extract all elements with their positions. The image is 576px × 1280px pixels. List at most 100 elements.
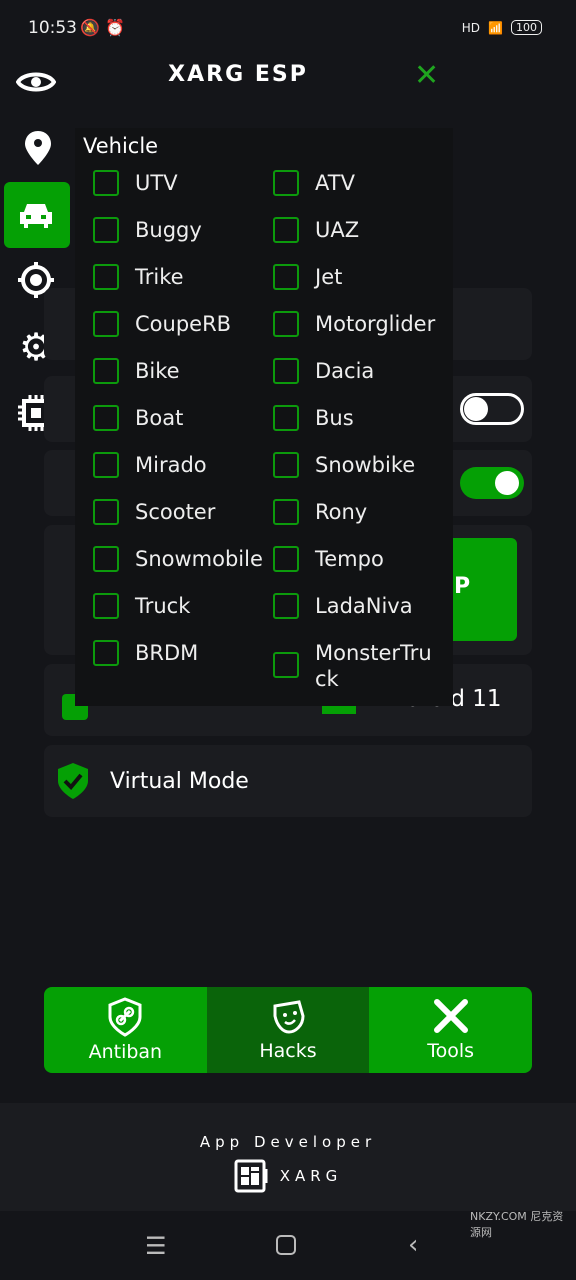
checkbox-label: CoupeRB — [135, 312, 232, 336]
mute-alarm-icons: 🔕 ⏰ — [80, 18, 125, 37]
shield-check-icon — [58, 763, 88, 799]
checkbox-label: Snowbike — [315, 453, 416, 477]
checkbox-label: Snowmobile — [135, 547, 263, 571]
vehicle-checkbox-snowmobile[interactable]: Snowmobile — [93, 546, 268, 572]
checkbox[interactable] — [93, 405, 119, 431]
masks-icon — [273, 1000, 305, 1034]
checkbox[interactable] — [273, 311, 299, 337]
checkbox-label: Trike — [135, 265, 184, 289]
vehicle-checkbox-scooter[interactable]: Scooter — [93, 499, 268, 525]
checkbox-label: Dacia — [315, 359, 375, 383]
vehicle-checkbox-monstertruck[interactable]: MonsterTruck — [273, 640, 433, 692]
checkbox-label: MonsterTruck — [315, 641, 432, 691]
developer-name: XARG — [279, 1167, 343, 1185]
checkbox[interactable] — [93, 546, 119, 572]
checkbox-label: Bus — [315, 406, 354, 430]
toggle-switch-off[interactable] — [460, 393, 524, 425]
checkbox[interactable] — [93, 452, 119, 478]
vehicle-checkbox-buggy[interactable]: Buggy — [93, 217, 268, 243]
checkbox-label: UAZ — [315, 218, 360, 242]
battery-icon: 100 — [511, 20, 542, 35]
vehicle-checkbox-boat[interactable]: Boat — [93, 405, 268, 431]
bottom-tabs: Antiban Hacks Tools — [44, 987, 532, 1073]
home-nav-icon[interactable] — [276, 1235, 296, 1255]
vehicle-checkbox-atv[interactable]: ATV — [273, 170, 448, 196]
checkbox[interactable] — [273, 405, 299, 431]
back-nav-icon[interactable]: ‹ — [408, 1230, 418, 1260]
vehicle-checkbox-uaz[interactable]: UAZ — [273, 217, 448, 243]
vehicle-popup: Vehicle UTV Buggy Trike CoupeRB Bike Boat Mira… — [75, 128, 453, 706]
wifi-icon: 📶 — [488, 20, 503, 35]
checkbox-label: Mirado — [135, 453, 207, 477]
checkbox[interactable] — [273, 452, 299, 478]
car-icon[interactable] — [16, 195, 56, 235]
vehicle-checkbox-mirado[interactable]: Mirado — [93, 452, 268, 478]
footer-caption: App Developer — [199, 1133, 377, 1151]
checkbox-label: Rony — [315, 500, 368, 524]
toggle-switch-on[interactable] — [460, 467, 524, 499]
checkbox[interactable] — [273, 264, 299, 290]
checkbox[interactable] — [93, 640, 119, 666]
checkbox-label: Jet — [315, 265, 343, 289]
watermark: NKZY.COM 尼克资源网 — [470, 1210, 564, 1239]
vehicle-checkbox-couperb[interactable]: CoupeRB — [93, 311, 268, 337]
developer-footer: App Developer XARG — [0, 1103, 576, 1211]
vehicle-checkbox-trike[interactable]: Trike — [93, 264, 268, 290]
tab-label: Antiban — [88, 1041, 163, 1063]
vehicle-checkbox-snowbike[interactable]: Snowbike — [273, 452, 448, 478]
tab-tools[interactable]: Tools — [369, 987, 532, 1073]
checkbox-label: Scooter — [135, 500, 216, 524]
checkbox-label: Boat — [135, 406, 184, 430]
checkbox[interactable] — [93, 311, 119, 337]
vehicle-checkbox-bus[interactable]: Bus — [273, 405, 448, 431]
vehicle-checkbox-utv[interactable]: UTV — [93, 170, 268, 196]
checkbox[interactable] — [273, 358, 299, 384]
checkbox[interactable] — [93, 264, 119, 290]
popup-title: Vehicle — [83, 134, 159, 158]
virtual-mode-card: Virtual Mode — [44, 745, 532, 817]
vehicle-checkbox-tempo[interactable]: Tempo — [273, 546, 448, 572]
location-pin-icon[interactable] — [16, 128, 56, 168]
vehicle-checkbox-rony[interactable]: Rony — [273, 499, 448, 525]
close-icon[interactable]: ✕ — [414, 58, 439, 93]
vehicle-checkbox-dacia[interactable]: Dacia — [273, 358, 448, 384]
checkbox-label: UTV — [135, 171, 178, 195]
checkbox[interactable] — [273, 546, 299, 572]
tab-hacks[interactable]: Hacks — [206, 987, 370, 1073]
vehicle-checkbox-truck[interactable]: Truck — [93, 593, 268, 619]
checkbox-label: Buggy — [135, 218, 202, 242]
checkbox[interactable] — [273, 593, 299, 619]
menu-nav-icon[interactable]: ☰ — [145, 1232, 167, 1260]
checkbox[interactable] — [93, 170, 119, 196]
tab-antiban[interactable]: Antiban — [44, 987, 207, 1073]
checkbox-label: BRDM — [135, 641, 199, 665]
vehicle-checkbox-bike[interactable]: Bike — [93, 358, 268, 384]
checkbox[interactable] — [93, 217, 119, 243]
checkbox[interactable] — [93, 358, 119, 384]
vehicle-checkbox-brdm[interactable]: BRDM — [93, 640, 268, 666]
app-title: XARG ESP — [168, 62, 308, 87]
tab-label: Tools — [427, 1040, 475, 1062]
checkbox[interactable] — [273, 652, 299, 678]
shield-link-icon — [108, 997, 142, 1037]
checkbox-label: Bike — [135, 359, 180, 383]
signal-icon: HD — [461, 20, 481, 35]
vehicle-checkbox-ladaniva[interactable]: LadaNiva — [273, 593, 448, 619]
checkbox[interactable] — [93, 593, 119, 619]
checkbox-label: Tempo — [315, 547, 384, 571]
checkbox-label: LadaNiva — [315, 594, 413, 618]
vehicle-checkbox-jet[interactable]: Jet — [273, 264, 448, 290]
checkbox[interactable] — [93, 499, 119, 525]
checkbox[interactable] — [273, 499, 299, 525]
vehicle-checkbox-motorglider[interactable]: Motorglider — [273, 311, 448, 337]
checkbox[interactable] — [273, 170, 299, 196]
eye-icon[interactable] — [16, 62, 56, 102]
checkbox[interactable] — [273, 217, 299, 243]
tab-label: Hacks — [259, 1040, 317, 1062]
status-right: HD 📶 100 — [462, 20, 542, 35]
developer-logo-icon — [234, 1159, 268, 1193]
checkbox-label: Truck — [135, 594, 191, 618]
virtual-mode-label: Virtual Mode — [110, 768, 249, 794]
tools-icon — [433, 999, 468, 1033]
checkbox-label: ATV — [315, 171, 355, 195]
